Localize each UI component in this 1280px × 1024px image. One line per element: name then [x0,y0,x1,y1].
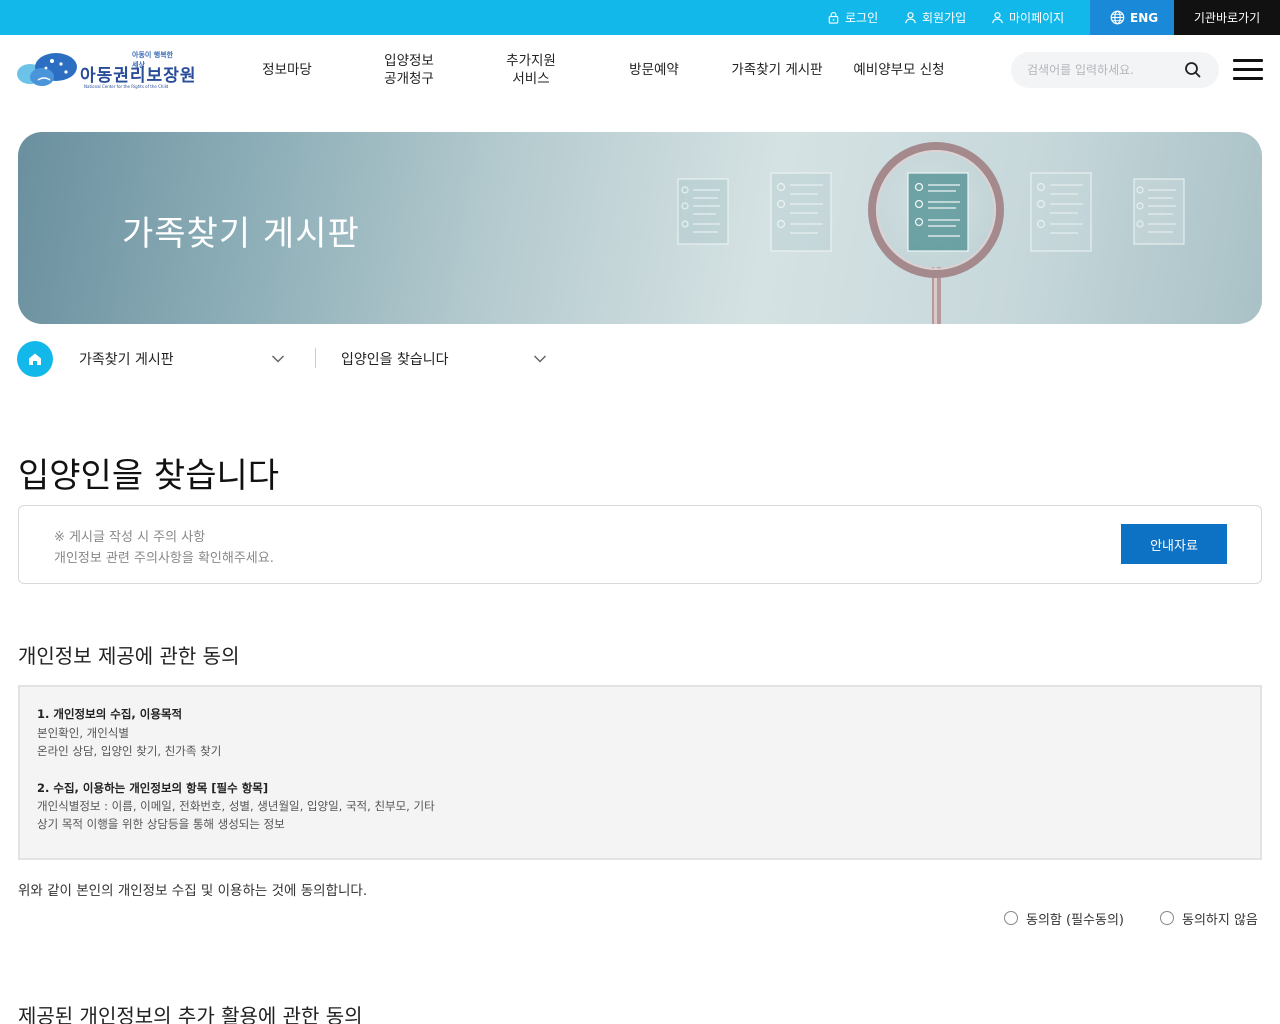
search-box [1011,52,1219,88]
nav-visit-reservation[interactable]: 방문예약 [612,35,696,105]
mypage-label: 마이페이지 [1009,11,1065,25]
radio-circle [1004,911,1018,925]
additional-consent-section-title: 제공된 개인정보의 추가 활용에 관한 동의 [18,1004,363,1024]
hero-title: 가족찾기 게시판 [122,214,360,254]
disagree-radio-label: 동의하지 않음 [1182,912,1258,928]
terms-line: 상기 목적 이행을 위한 상담등을 통해 생성되는 정보 [37,817,285,831]
guide-material-button[interactable]: 안내자료 [1121,524,1227,564]
notice-text: 개인정보 관련 주의사항을 확인해주세요. [54,551,274,566]
nav-label-line1: 입양정보 [384,53,434,69]
nav-prospective-parents-label: 예비양부모 신청 [853,62,945,78]
logo-name: 아동권리보장원 [80,66,197,86]
agree-radio-label: 동의함 (필수동의) [1026,912,1124,928]
home-icon [29,353,41,365]
breadcrumb-depth2-label: 입양인을 찾습니다 [341,352,449,368]
breadcrumb-depth1-select[interactable]: 가족찾기 게시판 [79,341,285,377]
terms-heading-purpose: 1. 개인정보의 수집, 이용목적 [37,707,183,721]
nav-info[interactable]: 정보마당 [246,35,328,105]
logo-english-name: National Center for the Rights of the Ch… [84,84,169,89]
page-title: 입양인을 찾습니다 [18,456,280,496]
terms-heading-items: 2. 수집, 이용하는 개인정보의 항목 [필수 항목] [37,781,269,795]
site-logo[interactable]: 아동이 행복한 세상 아동권리보장원 National Center for t… [16,48,195,92]
breadcrumb-depth2-select[interactable]: 입양인을 찾습니다 [341,341,547,377]
nav-family-search-board-label: 가족찾기 게시판 [731,62,823,78]
join-link[interactable]: 회원가입 [904,0,966,35]
notice-box: ※ 게시글 작성 시 주의 사항 개인정보 관련 주의사항을 확인해주세요. 안… [18,505,1262,584]
nav-visit-reservation-label: 방문예약 [629,62,679,78]
consent-terms-box[interactable]: 1. 개인정보의 수집, 이용목적 본인확인, 개인식별 온라인 상담, 입양인… [18,685,1262,860]
nav-family-search-board[interactable]: 가족찾기 게시판 [726,35,828,105]
english-label: ENG [1130,10,1159,25]
mypage-link[interactable]: 마이페이지 [991,0,1064,35]
institutions-link[interactable]: 기관바로가기 [1174,0,1280,35]
nav-label-line2: 서비스 [512,71,550,87]
nav-info-label: 정보마당 [262,62,312,78]
logo-mark-icon [17,53,77,86]
nav-label-line2: 공개청구 [384,71,434,87]
top-utility-bar: 로그인 회원가입 마이페이지 ENG 기관바로가기 [0,0,1280,35]
institutions-label: 기관바로가기 [1193,11,1261,25]
hero-banner: 가족찾기 게시판 [18,132,1262,324]
chevron-down-icon [533,355,547,363]
user-icon [905,12,916,24]
login-link[interactable]: 로그인 [827,0,878,35]
search-input[interactable] [1027,52,1177,88]
english-link[interactable]: ENG [1090,0,1174,35]
terms-line: 본인확인, 개인식별 [37,726,129,740]
agree-radio[interactable]: 동의함 (필수동의) [1004,908,1124,928]
nav-adoption-info-request-label: 입양정보공개청구 [384,52,434,88]
consent-section-title: 개인정보 제공에 관한 동의 [18,644,240,668]
breadcrumb-depth1-label: 가족찾기 게시판 [79,352,174,368]
nav-adoption-info-request[interactable]: 입양정보공개청구 [368,35,450,105]
terms-line: 개인식별정보 : 이름, 이메일, 전화번호, 성별, 생년월일, 입양일, 국… [37,799,435,813]
disagree-radio[interactable]: 동의하지 않음 [1160,908,1258,928]
chevron-down-icon [271,355,285,363]
menu-icon[interactable] [1233,59,1263,81]
radio-circle [1160,911,1174,925]
notice-heading: ※ 게시글 작성 시 주의 사항 [54,530,206,545]
join-label: 회원가입 [922,11,967,25]
lock-icon [828,11,839,24]
nav-additional-support-label: 추가지원서비스 [506,52,556,88]
consent-statement: 위와 같이 본인의 개인정보 수집 및 이용하는 것에 동의합니다. [18,883,368,899]
login-label: 로그인 [845,11,879,25]
globe-icon [1110,10,1125,25]
nav-label-line1: 추가지원 [506,53,556,69]
home-button[interactable] [17,341,53,377]
breadcrumb-divider [315,348,316,368]
nav-prospective-parents[interactable]: 예비양부모 신청 [848,35,950,105]
search-icon[interactable] [1184,61,1202,79]
nav-additional-support[interactable]: 추가지원서비스 [490,35,572,105]
terms-line: 온라인 상담, 입양인 찾기, 친가족 찾기 [37,744,222,758]
user-icon [992,12,1003,24]
